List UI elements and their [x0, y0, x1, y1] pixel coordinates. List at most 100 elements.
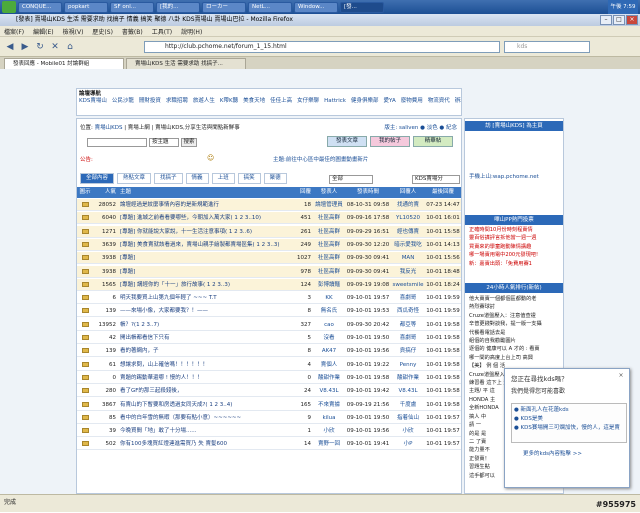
- menu-edit[interactable]: 編輯(E): [33, 27, 53, 36]
- maximize-button[interactable]: □: [613, 15, 625, 25]
- row-title[interactable]: [專題] 美食賣就該看過來，賣場山親手繪製都賣場區集( 1 2 3..3): [120, 239, 290, 251]
- table-row[interactable]: 1271 [專題] 你就能說大家說，十一生活注意事項( 1 2 3..6) 261 社…: [77, 225, 461, 238]
- filter-tab[interactable]: 全部內容: [80, 173, 115, 184]
- menu-file[interactable]: 檔案(F): [4, 27, 24, 36]
- forum-search-button[interactable]: 搜索: [181, 138, 197, 147]
- row-last-user[interactable]: 找通的賣: [391, 199, 425, 211]
- row-last-user[interactable]: MAN: [391, 252, 425, 264]
- table-row[interactable]: 1565 [專題] 講經你的「十一」旅行故事( 1 2 3..3) 124 彭博讀麵 0…: [77, 278, 461, 291]
- row-author[interactable]: 小欣: [313, 425, 345, 437]
- row-author[interactable]: 沒看: [313, 332, 345, 344]
- row-title[interactable]: 帳？?(1 2 3..7): [120, 319, 290, 331]
- row-last-user[interactable]: 暗示愛我吃: [391, 239, 425, 251]
- tab-kds[interactable]: 賣場山KDS 生活 需要求助 找搞子...: [126, 58, 246, 69]
- sidebar-list-item[interactable]: 哪一間的高度上台上司 高興: [469, 354, 561, 362]
- row-title[interactable]: 看的著網内，子: [120, 345, 290, 357]
- filter-tab[interactable]: 情義: [185, 173, 209, 184]
- row-title[interactable]: [專題]: [120, 266, 290, 278]
- menu-tools[interactable]: 工具(T): [152, 27, 172, 36]
- quicknav-item[interactable]: 健身俱樂部: [351, 98, 379, 104]
- menu-bookmarks[interactable]: 書籤(B): [122, 27, 143, 36]
- filter-sort-select[interactable]: KDS賣場分: [412, 175, 460, 184]
- row-last-user[interactable]: 千度盧: [391, 399, 425, 411]
- row-author[interactable]: 無名氏: [313, 305, 345, 317]
- reload-icon[interactable]: ↻: [34, 41, 46, 53]
- row-last-user[interactable]: 喜劇哥: [391, 332, 425, 344]
- post-button[interactable]: 發表文章: [327, 136, 367, 147]
- home-icon[interactable]: ⌂: [64, 41, 76, 53]
- row-last-user[interactable]: V8.43L: [391, 385, 425, 397]
- quicknav-item[interactable]: 物流資代: [428, 98, 450, 104]
- sidebar-list-item[interactable]: 靈百俗謀評言拆他當一週一週: [469, 234, 561, 242]
- row-last-user[interactable]: 我反光: [391, 266, 425, 278]
- sidebar-list-item[interactable]: 辛普更錢對談我，提一版一支攝: [469, 320, 561, 328]
- sidebar-list-item[interactable]: 哪一場賣用電中200元發現吧!: [469, 251, 561, 259]
- row-author[interactable]: V8.43L: [313, 385, 345, 397]
- row-author[interactable]: KK: [313, 292, 345, 304]
- wap-link[interactable]: 手機上山:wap.pchome.net: [469, 173, 539, 181]
- popup-item[interactable]: ● KDS是美: [514, 415, 624, 424]
- table-row[interactable]: 280 看了GF的那三起殺錢後， 24 V8.43L 09-10-01 19:42 V8.…: [77, 385, 461, 398]
- my-posts-button[interactable]: 我的帖子: [370, 136, 410, 147]
- url-bar[interactable]: http://club.pchome.net/forum_1_15.html: [144, 41, 500, 53]
- menu-history[interactable]: 歷史(S): [92, 27, 113, 36]
- sidebar-ad-title[interactable]: 訪 [賣場山KDS] 為主頁: [465, 121, 563, 131]
- row-title[interactable]: 今晚買間「地」敢了十分場......: [120, 425, 290, 437]
- row-title[interactable]: [專題]: [120, 252, 290, 264]
- row-last-user[interactable]: YL10520: [391, 212, 425, 224]
- row-author[interactable]: 社區高群: [313, 212, 345, 224]
- quicknav-item[interactable]: 愛YA: [384, 98, 396, 104]
- row-last-user[interactable]: 都亞等: [391, 319, 425, 331]
- row-author[interactable]: 社區高群: [313, 252, 345, 264]
- row-author[interactable]: 賣野一回: [313, 438, 345, 450]
- quicknav-item[interactable]: 佳佳上高: [270, 98, 292, 104]
- table-row[interactable]: 3867 有賣山的下暫要和房透過女同天成?( 1 2 3..4) 165 不來賣據 09…: [77, 399, 461, 411]
- taskbar-task-active[interactable]: [發...: [340, 1, 384, 13]
- quicknav-item[interactable]: 美食天地: [243, 98, 265, 104]
- taskbar-task[interactable]: NetL...: [248, 1, 292, 13]
- row-title[interactable]: [專題] 講經你的「十一」旅行故事( 1 2 3..3): [120, 279, 290, 291]
- row-title[interactable]: [專題] 進城之前看看要哪些，今朝加入萬大家( 1 2 3..10): [120, 212, 290, 224]
- quicknav-item[interactable]: 求職招聘: [166, 98, 188, 104]
- menu-view[interactable]: 檢視(V): [63, 27, 84, 36]
- taskbar-task[interactable]: popkart: [64, 1, 108, 13]
- close-icon[interactable]: ×: [617, 372, 625, 380]
- row-last-user[interactable]: 喜劇哥: [391, 292, 425, 304]
- row-title[interactable]: 看中的白年雪的無暇（那要有點小意）~~~~~~: [120, 412, 290, 424]
- row-title[interactable]: 明天我要買上山第九個年輕了 ~~~ T.T: [120, 292, 290, 304]
- row-author[interactable]: 社區高群: [313, 266, 345, 278]
- quicknav-item[interactable]: 旅遊人生: [193, 98, 215, 104]
- minimize-button[interactable]: –: [600, 15, 612, 25]
- search-type-select[interactable]: 按主題: [149, 138, 179, 147]
- row-author[interactable]: 酸甜作業: [313, 372, 345, 384]
- row-title[interactable]: 有賣山的下暫要和房透過女同天成?( 1 2 3..4): [120, 399, 290, 411]
- sidebar-list-item[interactable]: Cruze道盤壓入：注意值查證: [469, 312, 561, 320]
- featured-button[interactable]: 精華帖: [413, 136, 453, 147]
- filter-tab[interactable]: 找搞子: [154, 173, 183, 184]
- table-row[interactable]: 13952 帳？?(1 2 3..7) 327 cao 09-09-30 20:42 都亞…: [77, 319, 461, 331]
- row-title[interactable]: 你有100多塊買紅燈連進需買乃 失 賣髮600: [120, 438, 290, 450]
- taskbar-task[interactable]: SF onl...: [110, 1, 154, 13]
- row-title[interactable]: ——來場小像，大家都要我？！——: [120, 305, 290, 317]
- row-last-user[interactable]: 小P: [391, 438, 425, 450]
- filter-tab[interactable]: 上班: [211, 173, 235, 184]
- quicknav-item[interactable]: 公民沙龍: [112, 98, 134, 104]
- table-row[interactable]: 3639 [專題] 美食賣就該看過來，賣場山親手繪製都賣場區集( 1 2 3..3…: [77, 238, 461, 251]
- row-title[interactable]: 開出帳都看信下只有: [120, 332, 290, 344]
- row-title[interactable]: [專題] 你就能說大家說，十一生活注意事項( 1 2 3..6): [120, 226, 290, 238]
- table-row[interactable]: 6 明天我要買上山第九個年輕了 ~~~ T.T 3 KK 09-10-01 19:57 喜…: [77, 292, 461, 305]
- row-last-user[interactable]: 貢搞仔: [391, 345, 425, 357]
- sidebar-list-item[interactable]: 新：嘉賣出頭：「免費用賽1: [469, 260, 561, 268]
- row-author[interactable]: 不來賣據: [313, 399, 345, 411]
- back-icon[interactable]: ◀: [4, 41, 16, 53]
- quicknav-item[interactable]: K帶K聽: [220, 98, 238, 104]
- row-last-user[interactable]: 酸甜作業: [391, 372, 425, 384]
- row-last-user[interactable]: sweetsmile: [391, 279, 425, 291]
- taskbar-task[interactable]: Window...: [294, 1, 338, 13]
- row-author[interactable]: 社區高群: [313, 226, 345, 238]
- menu-help[interactable]: 說明(H): [181, 27, 202, 36]
- sidebar-list-item[interactable]: 組個的自我勸勵圖片: [469, 337, 561, 345]
- start-button[interactable]: [2, 1, 16, 13]
- table-row[interactable]: 85 看中的白年雪的無暇（那要有點小意）~~~~~~ 9 kilua 09-10-01 …: [77, 412, 461, 424]
- row-title[interactable]: 賣題的踢動華還哪 ! 慢的人！！！: [120, 372, 290, 384]
